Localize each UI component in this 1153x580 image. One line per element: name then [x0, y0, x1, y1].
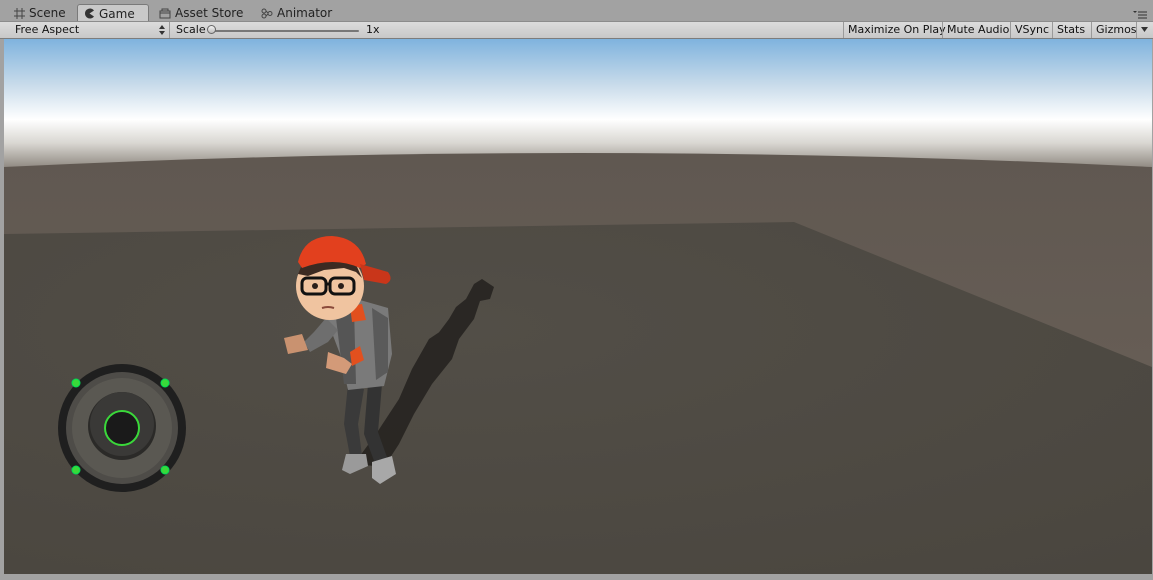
- animator-icon: [261, 8, 273, 19]
- tab-animator[interactable]: Animator: [255, 5, 339, 21]
- tab-game-label: Game: [99, 6, 135, 21]
- tab-game[interactable]: Game: [77, 4, 149, 22]
- maximize-on-play-toggle[interactable]: Maximize On Play: [843, 22, 950, 38]
- tab-asset-store-label: Asset Store: [175, 6, 244, 20]
- aspect-dropdown[interactable]: Free Aspect: [8, 22, 170, 38]
- window-bottom-edge: [0, 574, 1153, 580]
- tab-scene[interactable]: Scene: [8, 5, 73, 21]
- vsync-toggle[interactable]: VSync: [1010, 22, 1053, 38]
- tab-asset-store[interactable]: Asset Store: [153, 5, 250, 21]
- scale-label: Scale: [176, 23, 206, 36]
- scale-value: 1x: [366, 23, 380, 36]
- gizmos-toggle[interactable]: Gizmos: [1091, 22, 1137, 38]
- editor-tab-bar: Scene Game Asset Store Animator: [0, 0, 1153, 22]
- grid-icon: [14, 7, 25, 19]
- player-character: [264, 234, 504, 499]
- store-icon: [159, 8, 171, 19]
- stats-toggle[interactable]: Stats: [1052, 22, 1089, 38]
- gizmos-dropdown[interactable]: [1136, 22, 1151, 38]
- pacman-icon: [84, 8, 95, 19]
- updown-arrows-icon: [159, 25, 165, 35]
- tab-animator-label: Animator: [277, 6, 333, 20]
- game-viewport[interactable]: [4, 39, 1152, 574]
- virtual-joystick[interactable]: [54, 360, 190, 496]
- scale-slider-track[interactable]: [211, 30, 359, 32]
- aspect-value: Free Aspect: [15, 23, 80, 36]
- scale-slider-handle[interactable]: [207, 25, 216, 34]
- tab-scene-label: Scene: [29, 6, 66, 20]
- chevron-down-icon: [1141, 27, 1148, 32]
- mute-audio-toggle[interactable]: Mute Audio: [942, 22, 1013, 38]
- game-view-toolbar: Free Aspect Scale 1x Maximize On Play Mu…: [0, 21, 1153, 39]
- panel-menu-icon[interactable]: [1133, 6, 1147, 19]
